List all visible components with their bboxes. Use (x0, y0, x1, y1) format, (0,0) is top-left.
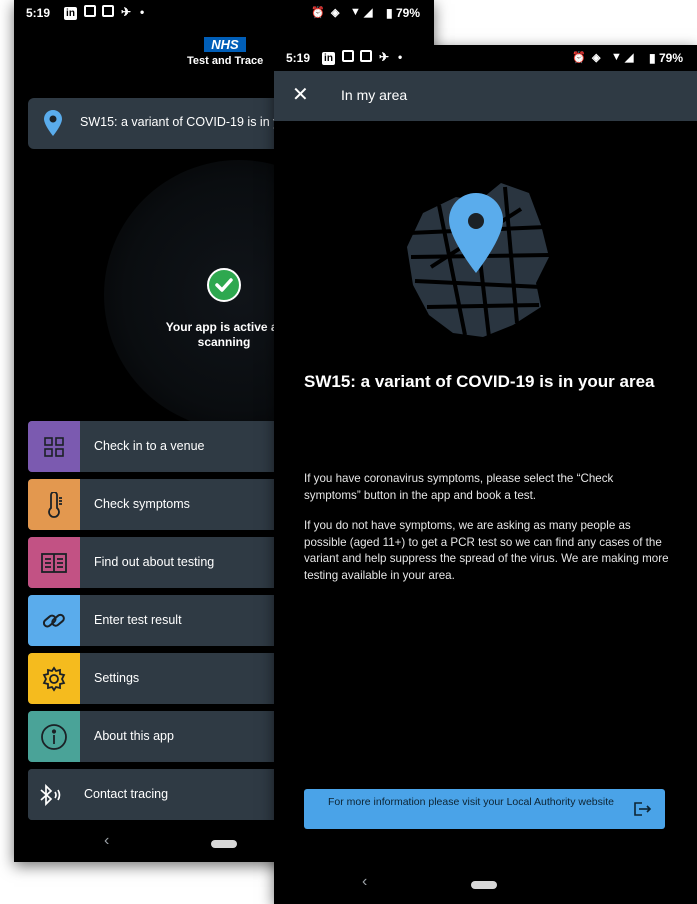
thermometer-icon (28, 479, 80, 530)
external-link-icon (634, 802, 652, 816)
navigation-bar: ‹ (274, 871, 697, 901)
local-authority-button-label: For more information please visit your L… (328, 796, 614, 808)
status-time: 5:19 (26, 6, 51, 20)
book-icon (28, 537, 80, 588)
signal-icon: ◢ (625, 52, 634, 64)
menu-item-contact-tracing[interactable]: Contact tracing (28, 769, 298, 820)
menu-item-label: Check symptoms (94, 497, 190, 511)
bluetooth-icon (28, 769, 76, 820)
menu-item-label: Contact tracing (84, 787, 169, 801)
linkedin-icon: in (322, 50, 335, 65)
check-circle-icon (207, 268, 241, 302)
status-bar: 5:19 in ✈ • ⏰ ◈ ▼ ◢ ▮ 79% (14, 0, 434, 26)
symptoms-paragraph: If you have coronavirus symptoms, please… (304, 472, 614, 502)
dot-icon: • (140, 5, 145, 19)
menu-item-check-in[interactable]: Check in to a venue (28, 421, 298, 472)
alarm-icon: ⏰ (572, 52, 586, 64)
menu-item-label: About this app (94, 729, 174, 743)
alarm-icon: ⏰ (311, 7, 325, 19)
link-icon (28, 595, 80, 646)
local-authority-button[interactable]: For more information please visit your L… (304, 789, 665, 829)
back-nav-button[interactable]: ‹ (362, 873, 367, 891)
app-notification-icon (342, 50, 354, 64)
status-time: 5:19 (286, 51, 311, 65)
app-notification-icon (102, 5, 114, 19)
info-icon (28, 711, 80, 762)
menu-item-settings[interactable]: Settings (28, 653, 298, 704)
battery-percent: 79% (395, 6, 420, 20)
menu-item-label: Check in to a venue (94, 439, 205, 453)
qr-code-icon (28, 421, 80, 472)
app-notification-icon (360, 50, 372, 64)
flame-icon: ✈ (379, 50, 390, 64)
app-notification-icon (84, 5, 96, 19)
no-symptoms-paragraph: If you do not have symptoms, we are aski… (304, 519, 669, 582)
area-headline: SW15: a variant of COVID-19 is in your a… (304, 372, 655, 391)
menu-item-test-result[interactable]: Enter test result (28, 595, 298, 646)
area-map-illustration (407, 183, 550, 338)
home-nav-button[interactable] (471, 881, 497, 889)
battery-level: ▮ 79% (386, 6, 420, 20)
back-nav-button[interactable]: ‹ (104, 832, 109, 850)
dot-icon: • (398, 50, 403, 64)
app-subtitle: Test and Trace (187, 55, 264, 67)
battery-level: ▮ 79% (649, 51, 683, 65)
status-bar: 5:19 in ✈ • ⏰ ◈ ▼ ◢ ▮ 79% (274, 45, 697, 71)
wifi-icon: ▼ (350, 6, 361, 18)
toolbar: ✕ In my area (274, 71, 697, 121)
linkedin-icon: in (64, 5, 77, 20)
menu-item-check-symptoms[interactable]: Check symptoms (28, 479, 298, 530)
menu-item-label: Find out about testing (94, 555, 215, 569)
battery-percent: 79% (658, 51, 683, 65)
toolbar-title: In my area (341, 87, 408, 103)
flame-icon: ✈ (121, 5, 132, 19)
wifi-icon: ▼ (611, 51, 622, 63)
in-my-area-screen: 5:19 in ✈ • ⏰ ◈ ▼ ◢ ▮ 79% ✕ In my area S… (274, 45, 697, 904)
nhs-logo: NHS (204, 37, 246, 52)
menu-item-testing[interactable]: Find out about testing (28, 537, 298, 588)
close-icon[interactable]: ✕ (292, 82, 309, 107)
area-alert-banner[interactable]: SW15: a variant of COVID-19 is in you (28, 98, 298, 149)
vibrate-icon: ◈ (592, 52, 601, 64)
signal-icon: ◢ (364, 7, 373, 19)
gear-icon (28, 653, 80, 704)
vibrate-icon: ◈ (331, 7, 340, 19)
menu-item-about[interactable]: About this app (28, 711, 298, 762)
home-nav-button[interactable] (211, 840, 237, 848)
location-pin-icon (44, 110, 62, 136)
area-alert-text: SW15: a variant of COVID-19 is in you (80, 115, 294, 129)
menu-item-label: Settings (94, 671, 140, 685)
menu-item-label: Enter test result (94, 613, 182, 627)
